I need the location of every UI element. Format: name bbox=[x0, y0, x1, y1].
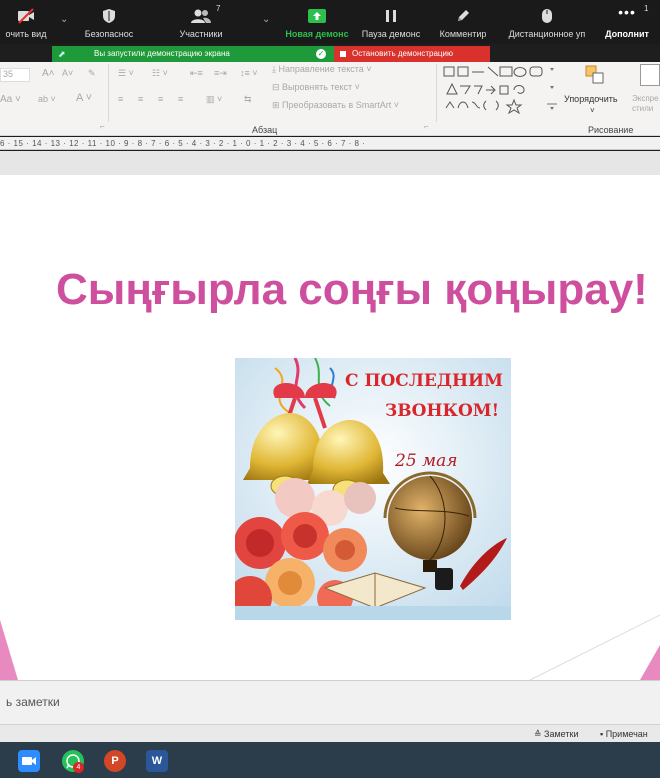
participants-button[interactable]: 7 Участники bbox=[166, 0, 236, 44]
screen: очить вид ⌄ Безопаснос 7 Участники ⌄ Нов… bbox=[0, 0, 660, 778]
decrease-indent-icon[interactable]: ⇤≡ bbox=[190, 68, 203, 79]
slide-canvas[interactable]: Сыңғырла соңғы қоңырау! С ПОСЛЕДНИМ ЗВОН… bbox=[0, 175, 660, 680]
more-label: Дополнит bbox=[605, 29, 649, 39]
text-direction-label: Направление текста bbox=[278, 64, 364, 74]
grow-font-icon[interactable]: A˄ bbox=[42, 68, 55, 79]
new-share-label: Новая демонс bbox=[285, 29, 349, 39]
image-caption-line2: ЗВОНКОМ! bbox=[385, 401, 499, 421]
change-case-icon[interactable]: Aa ˅ bbox=[0, 94, 21, 105]
dialog-launcher-icon[interactable]: ⌐ bbox=[424, 122, 429, 131]
stop-square-icon bbox=[340, 51, 346, 57]
shield-icon bbox=[101, 8, 117, 26]
line-spacing-icon[interactable]: ↕≡ ˅ bbox=[240, 68, 258, 78]
participants-label: Участники bbox=[179, 29, 223, 39]
comments-toggle-label: Примечан bbox=[605, 729, 648, 739]
notes-pane[interactable]: ь заметки bbox=[0, 680, 660, 724]
remote-control-button[interactable]: Дистанционное уп bbox=[498, 0, 596, 44]
new-share-button[interactable]: Новая демонс bbox=[282, 0, 352, 44]
sharing-status-text: Вы запустили демонстрацию экрана bbox=[94, 49, 230, 58]
more-button[interactable]: ••• 1 Дополнит bbox=[598, 0, 656, 44]
arrange-button[interactable]: Упорядочить bbox=[564, 94, 618, 104]
image-caption-line1: С ПОСЛЕДНИМ bbox=[345, 371, 503, 391]
align-center-icon[interactable]: ≡ bbox=[138, 94, 143, 104]
quick-styles-icon[interactable] bbox=[640, 64, 660, 86]
notes-toggle-label: Заметки bbox=[544, 729, 579, 739]
stop-video-label: очить вид bbox=[5, 29, 47, 39]
mouse-icon bbox=[541, 8, 553, 26]
more-count: 1 bbox=[644, 4, 649, 13]
participants-icon bbox=[190, 8, 212, 26]
slide-decoration bbox=[0, 620, 18, 680]
columns-icon[interactable]: ▥ ˅ bbox=[206, 94, 222, 105]
taskbar: 4 P W bbox=[0, 742, 660, 778]
align-right-icon[interactable]: ≡ bbox=[158, 94, 163, 104]
smartart-button[interactable]: ⊞ Преобразовать в SmartArt ˅ bbox=[272, 100, 399, 111]
notes-placeholder[interactable]: ь заметки bbox=[6, 695, 60, 709]
clear-format-icon[interactable]: ✎ bbox=[88, 68, 96, 79]
shrink-font-icon[interactable]: A˅ bbox=[62, 68, 73, 78]
smartart-label: Преобразовать в SmartArt bbox=[282, 100, 392, 110]
more-icon: ••• bbox=[618, 4, 636, 20]
dialog-launcher-icon[interactable]: ⌐ bbox=[100, 122, 105, 131]
pause-icon bbox=[384, 8, 398, 26]
zoom-toolbar: очить вид ⌄ Безопаснос 7 Участники ⌄ Нов… bbox=[0, 0, 660, 44]
bullets-icon[interactable]: ☰ ˅ bbox=[118, 68, 134, 79]
drawing-group-label: Рисование bbox=[588, 125, 634, 135]
status-bar: ≙ Заметки ▪ Примечан bbox=[0, 724, 660, 742]
slide-canvas-margin bbox=[0, 151, 660, 175]
participants-count: 7 bbox=[216, 4, 221, 13]
rtl-icon[interactable]: ⇆ bbox=[244, 94, 252, 105]
highlight-icon[interactable]: ab ˅ bbox=[38, 94, 56, 104]
chevron-down-icon[interactable]: ⌄ bbox=[262, 14, 270, 25]
whatsapp-unread-badge: 4 bbox=[73, 762, 84, 773]
increase-indent-icon[interactable]: ≡⇥ bbox=[214, 68, 227, 79]
powerpoint-taskbar-icon[interactable]: P bbox=[104, 750, 126, 772]
chevron-down-icon[interactable]: ⌄ bbox=[60, 14, 68, 25]
sharing-status-banner: ⬈ Вы запустили демонстрацию экрана ✓ bbox=[52, 46, 334, 62]
last-bell-image[interactable]: С ПОСЛЕДНИМ ЗВОНКОМ! 25 мая bbox=[235, 358, 511, 620]
pencil-icon bbox=[455, 8, 471, 26]
slide-title[interactable]: Сыңғырла соңғы қоңырау! bbox=[56, 265, 648, 315]
pause-share-label: Пауза демонс bbox=[361, 29, 421, 39]
horizontal-ruler[interactable]: 6 · 15 · 14 · 13 · 12 · 11 · 10 · 9 · 8 … bbox=[0, 137, 660, 150]
shield-check-icon: ✓ bbox=[316, 49, 326, 59]
arrange-chevron-icon[interactable]: ˅ bbox=[590, 106, 595, 115]
font-color-icon[interactable]: A ˅ bbox=[76, 92, 92, 104]
align-text-button[interactable]: ⊟ Выровнять текст ˅ bbox=[272, 82, 360, 93]
stop-share-button[interactable]: Остановить демонстрацию bbox=[334, 46, 490, 62]
stop-video-button[interactable]: очить вид bbox=[0, 0, 52, 44]
security-label: Безопаснос bbox=[84, 29, 134, 39]
annotate-button[interactable]: Комментир bbox=[430, 0, 496, 44]
zoom-taskbar-icon[interactable] bbox=[18, 750, 40, 772]
align-text-label: Выровнять текст bbox=[282, 82, 353, 92]
pause-share-button[interactable]: Пауза демонс bbox=[356, 0, 426, 44]
text-direction-button[interactable]: ⤓ Направление текста ˅ bbox=[272, 64, 372, 75]
quick-styles-button[interactable]: Экспре стили bbox=[632, 94, 660, 114]
image-caption-date: 25 мая bbox=[394, 451, 458, 471]
arrange-icon[interactable] bbox=[584, 64, 606, 91]
remote-control-label: Дистанционное уп bbox=[508, 29, 586, 39]
ribbon-divider bbox=[108, 64, 109, 122]
annotate-label: Комментир bbox=[439, 29, 487, 39]
word-taskbar-icon[interactable]: W bbox=[146, 750, 168, 772]
stop-share-label: Остановить демонстрацию bbox=[352, 49, 453, 58]
align-left-icon[interactable]: ≡ bbox=[118, 94, 123, 104]
share-screen-icon bbox=[307, 8, 327, 26]
notes-toggle-button[interactable]: ≙ Заметки bbox=[534, 729, 578, 740]
pin-icon: ⬈ bbox=[58, 49, 66, 59]
justify-icon[interactable]: ≡ bbox=[178, 94, 183, 104]
security-button[interactable]: Безопаснос bbox=[78, 0, 140, 44]
slide-decoration bbox=[529, 614, 660, 680]
shapes-gallery[interactable] bbox=[442, 64, 560, 115]
paragraph-group-label: Абзац bbox=[252, 125, 278, 135]
ribbon: 35 A˄ A˅ ✎ Aa ˅ ab ˅ A ˅ ☰ ˅ ☷ ˅ ⇤≡ ≡⇥ ↕… bbox=[0, 62, 660, 136]
comments-toggle-button[interactable]: ▪ Примечан bbox=[600, 729, 648, 739]
video-off-icon bbox=[16, 8, 36, 26]
ribbon-divider bbox=[436, 64, 437, 122]
font-size-field[interactable]: 35 bbox=[0, 68, 30, 82]
numbering-icon[interactable]: ☷ ˅ bbox=[152, 68, 168, 79]
